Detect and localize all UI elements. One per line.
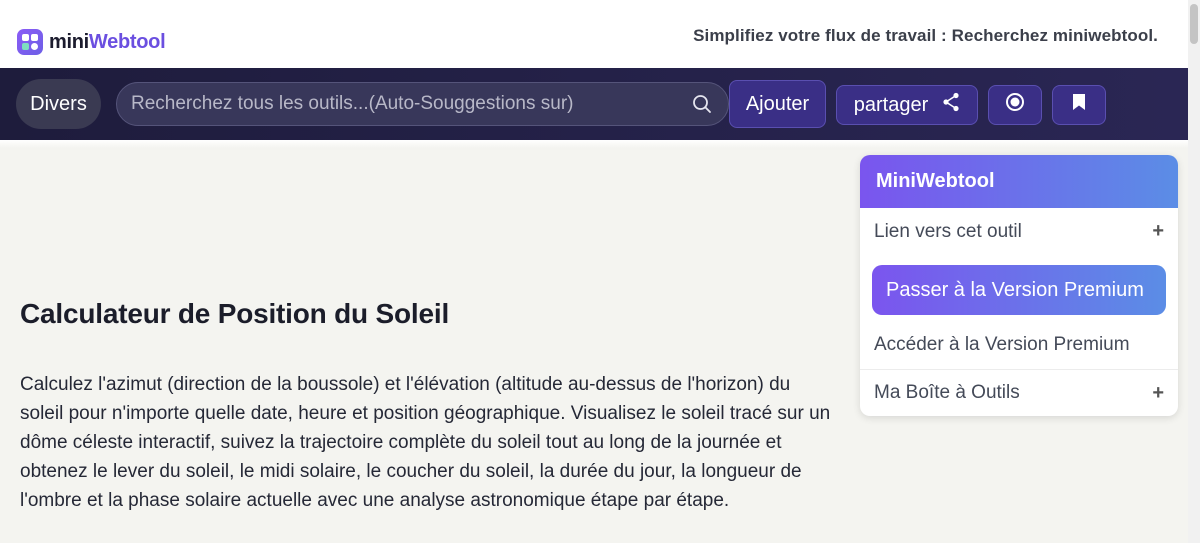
record-icon [1005,92,1025,118]
link-to-tool-label: Lien vers cet outil [874,220,1022,242]
tagline: Simplifiez votre flux de travail : Reche… [693,26,1158,45]
share-button[interactable]: partager [836,85,978,125]
share-icon [942,92,960,118]
add-button[interactable]: Ajouter [729,80,826,128]
search-box [116,82,729,126]
sidebar-panel: MiniWebtool Lien vers cet outil + Passer… [860,155,1178,416]
access-premium-link[interactable]: Accéder à la Version Premium [860,320,1178,370]
page-title: Calculateur de Position du Soleil [20,298,450,329]
expand-icon: + [1152,381,1164,404]
upgrade-premium-button[interactable]: Passer à la Version Premium [872,265,1166,315]
share-label: partager [853,93,929,116]
logo-text: miniWebtool [49,30,166,53]
navigation-bar: Divers Ajouter partager [0,68,1188,140]
access-premium-label: Accéder à la Version Premium [874,333,1130,355]
search-icon[interactable] [682,84,722,124]
content-divider [0,140,1188,148]
category-button[interactable]: Divers [16,79,101,129]
logo[interactable]: miniWebtool [17,29,166,55]
bookmark-icon [1071,93,1087,117]
my-toolbox-item[interactable]: Ma Boîte à Outils + [860,370,1178,416]
tool-description: Calculez l'azimut (direction de la bouss… [20,374,831,511]
link-to-tool-item[interactable]: Lien vers cet outil + [860,208,1178,255]
top-header: miniWebtool Simplifiez votre flux de tra… [0,0,1200,68]
bookmark-button[interactable] [1052,85,1106,125]
page-scrollbar[interactable] [1188,0,1200,543]
my-toolbox-label: Ma Boîte à Outils [874,382,1020,403]
logo-icon [17,29,43,55]
search-input[interactable] [131,93,682,115]
expand-icon: + [1152,220,1164,242]
sidebar-title: MiniWebtool [860,155,1178,208]
scrollbar-thumb[interactable] [1190,4,1198,44]
record-button[interactable] [988,85,1042,125]
